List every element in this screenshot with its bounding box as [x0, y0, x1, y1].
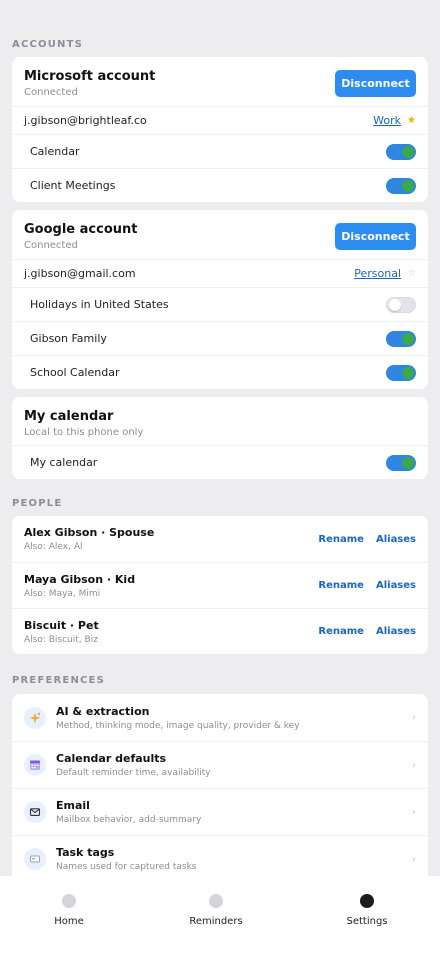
account-name: Google account: [24, 222, 138, 237]
mail-icon: [24, 801, 46, 823]
disconnect-microsoft-button[interactable]: Disconnect: [335, 70, 416, 97]
calendar-toggle[interactable]: [386, 330, 416, 347]
calendar-toggle[interactable]: [386, 143, 416, 160]
calendar-row[interactable]: Holidays in United States: [12, 287, 428, 321]
preference-calendar-defaults[interactable]: Calendar defaults Default reminder time,…: [12, 741, 428, 788]
sparkle-icon: [24, 706, 46, 729]
disconnect-google-button[interactable]: Disconnect: [335, 223, 416, 250]
account-status: Connected: [24, 240, 78, 251]
preference-subtitle: Names used for captured tasks: [56, 862, 197, 872]
preference-subtitle: Default reminder time, availability: [56, 768, 211, 778]
account-tag: Personal ☆: [354, 267, 416, 280]
reminders-icon: [209, 894, 223, 908]
person-row: Biscuit · Pet Also: Biscuit, Biz Rename …: [12, 608, 428, 654]
calendar-row[interactable]: School Calendar: [12, 355, 428, 389]
preference-subtitle: Method, thinking mode, image quality, pr…: [56, 720, 300, 731]
chevron-right-icon: ›: [412, 712, 416, 723]
tab-settings[interactable]: Settings: [322, 894, 412, 927]
local-calendar-subtitle: Local to this phone only: [24, 427, 144, 438]
person-row: Alex Gibson · Spouse Also: Alex, Al Rena…: [12, 516, 428, 562]
preference-email[interactable]: Email Mailbox behavior, add-summary ›: [12, 788, 428, 835]
calendar-label: Gibson Family: [30, 332, 107, 345]
aliases-button[interactable]: Aliases: [376, 534, 416, 545]
star-icon[interactable]: ★: [407, 115, 416, 126]
section-title-accounts: ACCOUNTS: [12, 39, 84, 50]
account-email: j.gibson@gmail.com: [24, 267, 136, 280]
calendar-toggle[interactable]: [386, 296, 416, 313]
section-title-preferences: PREFERENCES: [12, 675, 105, 686]
account-status: Connected: [24, 87, 78, 98]
microsoft-account-card: Microsoft account Connected Disconnect j…: [12, 57, 428, 202]
aliases-button[interactable]: Aliases: [376, 626, 416, 637]
chevron-right-icon: ›: [412, 853, 416, 865]
rename-button[interactable]: Rename: [318, 534, 364, 545]
preference-ai-extraction[interactable]: AI & extraction Method, thinking mode, i…: [12, 694, 428, 741]
account-tag: Work ★: [373, 114, 416, 127]
local-calendar-card: My calendar Local to this phone only My …: [12, 397, 428, 479]
preference-title: Task tags: [56, 846, 115, 859]
calendar-label: Holidays in United States: [30, 298, 169, 311]
chevron-right-icon: ›: [412, 759, 416, 771]
preference-title: Calendar defaults: [56, 752, 167, 765]
preference-subtitle: Mailbox behavior, add-summary: [56, 815, 202, 825]
tab-label: Settings: [346, 916, 388, 927]
calendar-row[interactable]: Client Meetings: [12, 168, 428, 202]
tab-reminders[interactable]: Reminders: [171, 894, 261, 927]
tab-label: Home: [54, 916, 84, 927]
account-tag-link[interactable]: Work: [373, 114, 401, 127]
preferences-card: AI & extraction Method, thinking mode, i…: [12, 694, 428, 876]
section-title-people: PEOPLE: [12, 498, 63, 509]
person-name: Maya Gibson · Kid: [24, 572, 136, 586]
calendar-toggle[interactable]: [386, 454, 416, 471]
aliases-button[interactable]: Aliases: [376, 580, 416, 591]
calendar-label: Client Meetings: [30, 179, 116, 192]
account-name: Microsoft account: [24, 69, 156, 84]
calendar-row[interactable]: My calendar: [12, 445, 428, 479]
people-card: Alex Gibson · Spouse Also: Alex, Al Rena…: [12, 516, 428, 654]
calendar-label: School Calendar: [30, 366, 120, 379]
account-email: j.gibson@brightleaf.co: [24, 114, 147, 127]
tab-label: Reminders: [189, 916, 243, 927]
calendar-label: Calendar: [30, 145, 80, 158]
person-aliases: Also: Maya, Mimi: [24, 588, 101, 599]
home-icon: [62, 894, 76, 908]
person-aliases: Also: Alex, Al: [24, 542, 83, 552]
tag-icon: [24, 848, 46, 870]
rename-button[interactable]: Rename: [318, 580, 364, 591]
account-email-row: j.gibson@gmail.com Personal ☆: [12, 259, 428, 287]
person-name: Alex Gibson · Spouse: [24, 526, 155, 539]
preference-task-tags[interactable]: Task tags Names used for captured tasks …: [12, 835, 428, 876]
settings-icon: [360, 894, 374, 908]
account-email-row: j.gibson@brightleaf.co Work ★: [12, 106, 428, 134]
bottom-tab-bar: Home Reminders Settings: [0, 876, 440, 953]
calendar-row[interactable]: Gibson Family: [12, 321, 428, 355]
chevron-right-icon: ›: [412, 806, 416, 818]
google-account-card: Google account Connected Disconnect j.gi…: [12, 210, 428, 389]
account-tag-link[interactable]: Personal: [354, 267, 401, 280]
calendar-label: My calendar: [30, 456, 98, 469]
calendar-toggle[interactable]: [386, 364, 416, 381]
settings-scroll-view[interactable]: ACCOUNTS Microsoft account Connected Dis…: [0, 0, 440, 876]
google-account-header: Google account Connected Disconnect: [12, 210, 428, 259]
local-calendar-title: My calendar: [24, 409, 114, 424]
calendar-icon: [24, 754, 46, 776]
tab-home[interactable]: Home: [24, 894, 114, 927]
person-aliases: Also: Biscuit, Biz: [24, 634, 98, 645]
microsoft-account-header: Microsoft account Connected Disconnect: [12, 57, 428, 106]
person-row: Maya Gibson · Kid Also: Maya, Mimi Renam…: [12, 562, 428, 608]
local-calendar-header: My calendar Local to this phone only: [12, 397, 428, 445]
person-name: Biscuit · Pet: [24, 618, 99, 632]
rename-button[interactable]: Rename: [318, 626, 364, 637]
star-outline-icon[interactable]: ☆: [407, 268, 416, 279]
preference-title: Email: [56, 799, 90, 812]
preference-title: AI & extraction: [56, 704, 150, 718]
calendar-toggle[interactable]: [386, 177, 416, 194]
calendar-row[interactable]: Calendar: [12, 134, 428, 168]
